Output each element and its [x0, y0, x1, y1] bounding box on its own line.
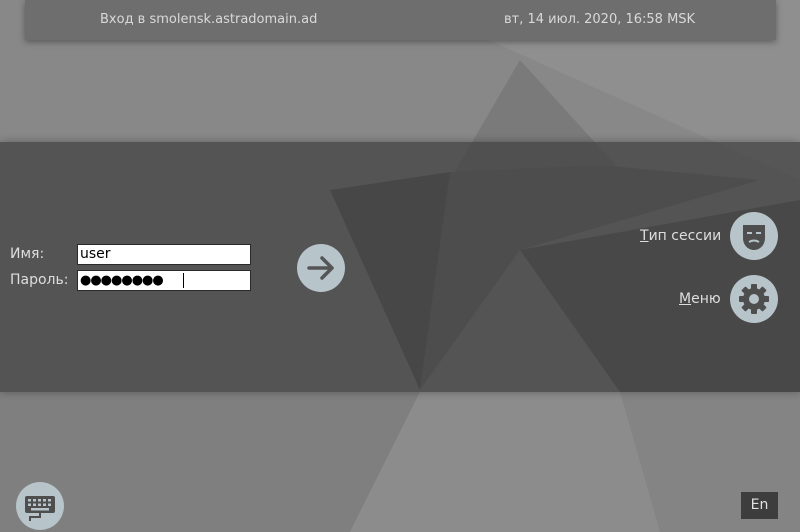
session-type-label[interactable]: Тип сессии [640, 228, 721, 244]
password-masked-value: ●●●●●●●● [80, 273, 164, 288]
mask-icon [743, 225, 765, 250]
username-label: Имя: [10, 246, 45, 262]
username-value: user [80, 246, 111, 262]
menu-button[interactable] [730, 275, 778, 323]
login-panel: Имя: user Пароль: ●●●●●●●● Тип сессии Ме… [0, 142, 800, 392]
gear-icon [739, 284, 769, 314]
top-bar: Вход в smolensk.astradomain.ad вт, 14 ию… [25, 0, 776, 40]
username-field[interactable]: user [77, 244, 251, 265]
datetime-display: вт, 14 июл. 2020, 16:58 MSK [504, 12, 696, 27]
password-label: Пароль: [10, 272, 69, 288]
session-type-button[interactable] [730, 212, 778, 260]
password-field[interactable]: ●●●●●●●● [77, 270, 251, 291]
login-screen: Вход в smolensk.astradomain.ad вт, 14 ию… [0, 0, 800, 532]
arrow-right-icon [307, 256, 334, 280]
keyboard-layout-indicator[interactable]: En [741, 492, 778, 519]
menu-label[interactable]: Меню [679, 291, 721, 307]
keyboard-icon [25, 496, 55, 521]
text-caret [183, 273, 184, 288]
virtual-keyboard-button[interactable] [16, 482, 64, 530]
login-domain-title: Вход в smolensk.astradomain.ad [100, 12, 318, 27]
login-submit-button[interactable] [297, 244, 345, 292]
